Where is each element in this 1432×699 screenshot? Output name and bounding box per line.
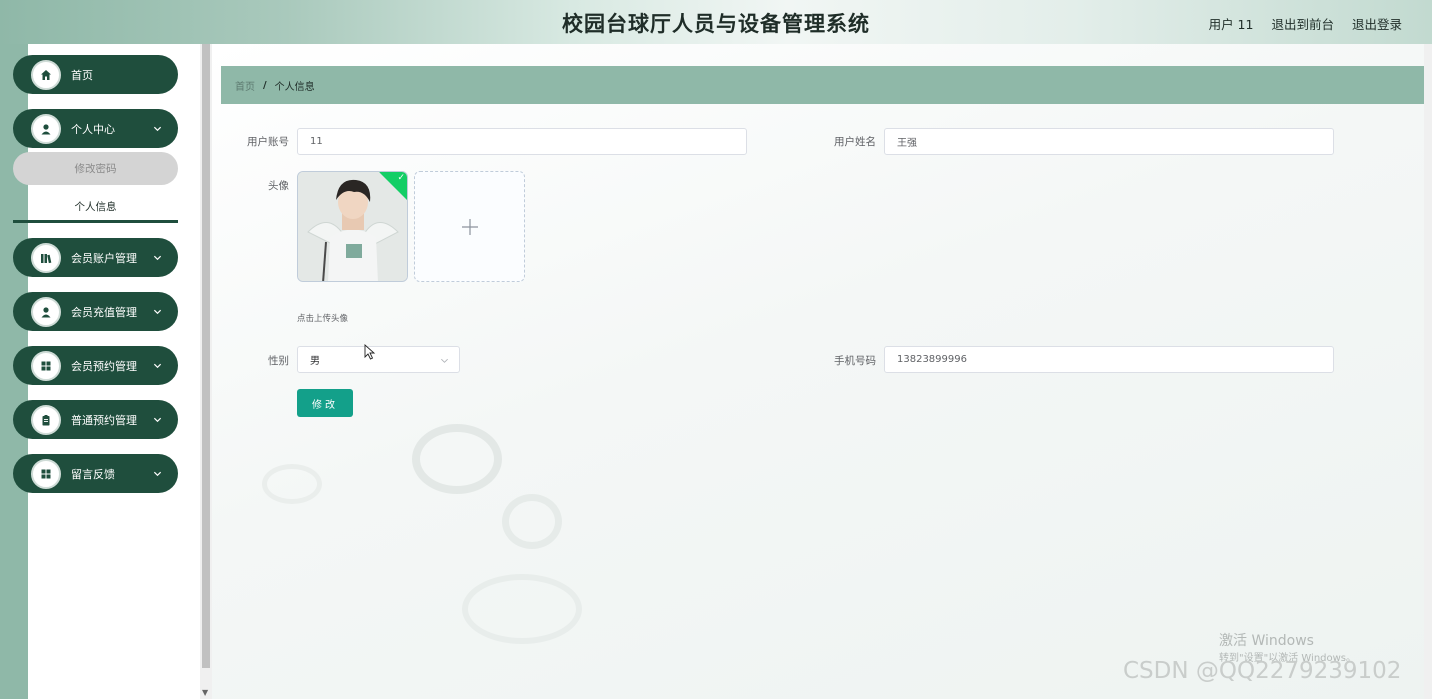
sidebar-subitem-personal-info[interactable]: 个人信息 <box>13 193 178 223</box>
main-content: 首页 / 个人信息 用户账号 11 用户姓名 王强 头像 ✓ 点击上传头像 性别… <box>212 44 1432 699</box>
gender-label: 性别 <box>268 355 289 367</box>
sidebar-item-regular-booking[interactable]: 普通预约管理 <box>13 400 178 439</box>
sidebar-item-label: 会员预约管理 <box>71 359 137 373</box>
avatar-label: 头像 <box>268 180 289 192</box>
sidebar-item-label: 会员充值管理 <box>71 305 137 319</box>
chevron-down-icon <box>153 363 162 369</box>
submit-button[interactable]: 修改 <box>297 389 353 417</box>
chevron-down-icon <box>153 126 162 132</box>
front-link[interactable]: 退出到前台 <box>1271 14 1334 33</box>
background-decoration <box>412 424 502 494</box>
phone-field[interactable]: 13823899996 <box>884 346 1334 373</box>
chevron-down-icon <box>153 471 162 477</box>
breadcrumb-separator: / <box>263 79 267 91</box>
breadcrumb-home[interactable]: 首页 <box>235 78 255 93</box>
home-icon <box>31 59 61 90</box>
csdn-watermark: CSDN @QQ2279239102 <box>1123 658 1402 684</box>
avatar-upload-button[interactable] <box>414 171 525 282</box>
main-scrollbar[interactable] <box>1424 44 1432 699</box>
background-decoration <box>262 464 322 504</box>
gender-selected-value: 男 <box>310 356 320 367</box>
logout-link[interactable]: 退出登录 <box>1352 14 1402 33</box>
phone-label: 手机号码 <box>834 355 876 367</box>
sidebar-item-label: 留言反馈 <box>71 467 115 481</box>
clipboard-icon <box>31 404 61 435</box>
windows-activation-title: 激活 Windows <box>1219 633 1314 649</box>
account-field[interactable]: 11 <box>297 128 747 155</box>
sidebar-subitem-change-password[interactable]: 修改密码 <box>13 152 178 185</box>
background-decoration <box>462 574 582 644</box>
user-icon <box>31 113 61 144</box>
chevron-down-icon <box>153 417 162 423</box>
app-frame: 校园台球厅人员与设备管理系统 用户 11 退出到前台 退出登录 首页 个人中心 … <box>0 0 1432 699</box>
scrollbar-thumb[interactable] <box>202 44 210 668</box>
check-icon: ✓ <box>397 173 405 183</box>
upload-tip: 点击上传头像 <box>297 314 349 324</box>
sidebar-item-feedback[interactable]: 留言反馈 <box>13 454 178 493</box>
chevron-down-icon <box>441 358 448 363</box>
chevron-down-icon <box>153 255 162 261</box>
account-label: 用户账号 <box>247 136 289 148</box>
sidebar-item-home[interactable]: 首页 <box>13 55 178 94</box>
sidebar-item-label: 首页 <box>71 68 93 82</box>
breadcrumb-current: 个人信息 <box>274 81 315 93</box>
sidebar-item-label: 普通预约管理 <box>71 413 137 427</box>
user-label: 用户 11 <box>1208 17 1254 32</box>
breadcrumb: 首页 / 个人信息 <box>221 66 1424 104</box>
chevron-down-icon <box>153 309 162 315</box>
user-icon <box>31 296 61 327</box>
grid-icon <box>31 350 61 381</box>
top-header: 校园台球厅人员与设备管理系统 用户 11 退出到前台 退出登录 <box>0 0 1432 44</box>
sidebar-item-member-recharge[interactable]: 会员充值管理 <box>13 292 178 331</box>
gender-select[interactable]: 男 <box>297 346 460 373</box>
name-field[interactable]: 王强 <box>884 128 1334 155</box>
sidebar-item-label: 会员账户管理 <box>71 251 137 265</box>
sidebar-scrollbar[interactable]: ▼ <box>200 44 212 699</box>
sidebar-item-personal-center[interactable]: 个人中心 <box>13 109 178 148</box>
sidebar-item-member-accounts[interactable]: 会员账户管理 <box>13 238 178 277</box>
books-icon <box>31 242 61 273</box>
sidebar-item-label: 个人中心 <box>71 122 115 136</box>
plus-icon <box>461 218 478 235</box>
grid-icon <box>31 458 61 489</box>
name-label: 用户姓名 <box>834 136 876 148</box>
scroll-down-icon[interactable]: ▼ <box>202 688 208 697</box>
sidebar-item-member-booking[interactable]: 会员预约管理 <box>13 346 178 385</box>
top-actions: 用户 11 退出到前台 退出登录 <box>1209 14 1402 33</box>
background-decoration <box>502 494 562 549</box>
avatar-image <box>298 172 407 281</box>
mouse-cursor-icon <box>364 344 376 360</box>
avatar-preview[interactable]: ✓ <box>297 171 408 282</box>
